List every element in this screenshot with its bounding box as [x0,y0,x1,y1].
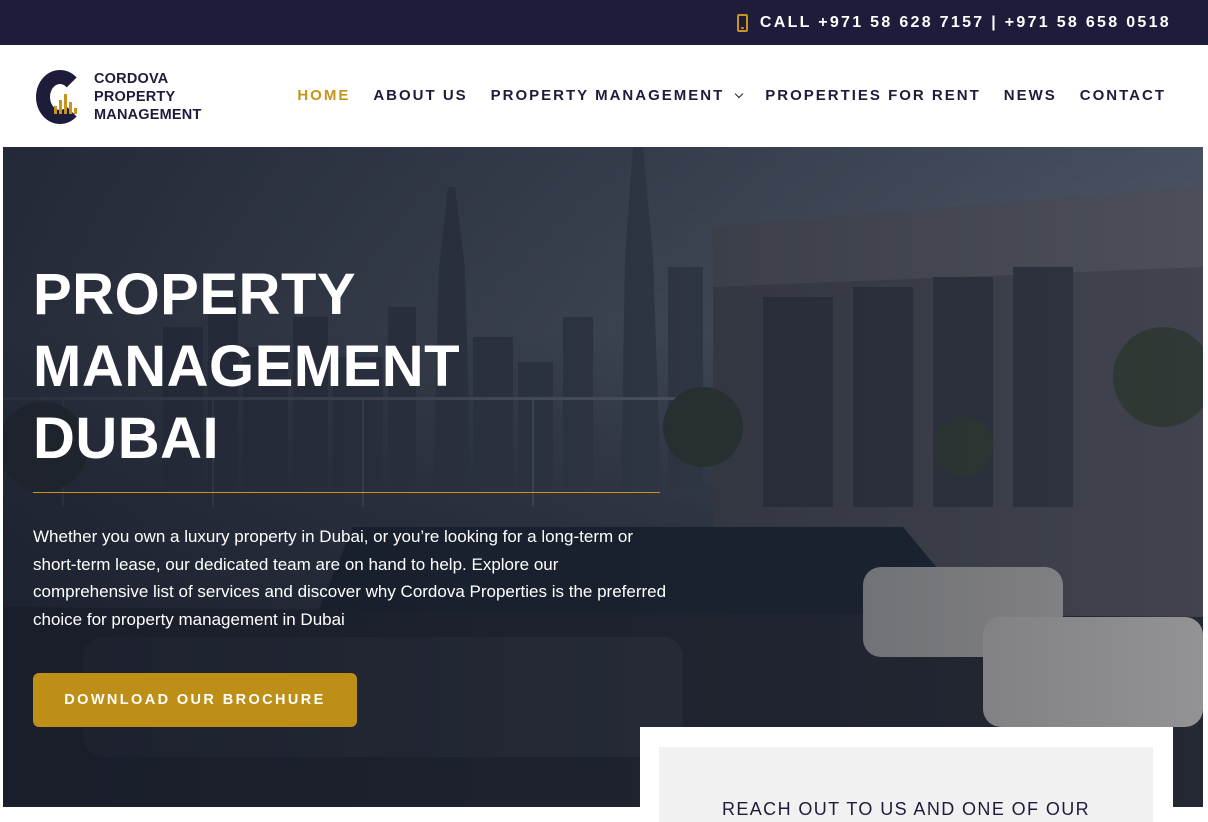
nav-home[interactable]: HOME [297,87,350,104]
download-brochure-button[interactable]: DOWNLOAD OUR BROCHURE [33,673,357,727]
main-nav: HOME ABOUT US PROPERTY MANAGEMENT PROPER… [274,87,1166,104]
contact-form-card: REACH OUT TO US AND ONE OF OUR [640,727,1173,822]
top-bar: CALL +971 58 628 7157 | +971 58 658 0518 [0,0,1208,45]
hero-title-line-2: MANAGEMENT [33,334,461,399]
nav-property-management[interactable]: PROPERTY MANAGEMENT [490,87,744,104]
logo-line-1: CORDOVA [94,71,169,87]
hero-divider [33,492,660,493]
hero-section: PROPERTY MANAGEMENT DUBAI Whether you ow… [3,147,1203,807]
logo-line-2: PROPERTY [94,89,176,105]
site-header: CORDOVA PROPERTY MANAGEMENT HOME ABOUT U… [0,45,1208,147]
logo-mark-icon [36,68,92,126]
hero-title: PROPERTY MANAGEMENT DUBAI [33,259,460,475]
nav-property-management-label: PROPERTY MANAGEMENT [490,87,725,104]
contact-form-panel: REACH OUT TO US AND ONE OF OUR [659,747,1153,822]
nav-news[interactable]: NEWS [1004,87,1057,104]
nav-properties-for-rent[interactable]: PROPERTIES FOR RENT [765,87,981,104]
logo-line-3: MANAGEMENT [94,107,202,123]
nav-about-us[interactable]: ABOUT US [373,87,467,104]
cordova-logo[interactable]: CORDOVA PROPERTY MANAGEMENT [36,67,216,127]
nav-contact[interactable]: CONTACT [1080,87,1166,104]
hero-description: Whether you own a luxury property in Dub… [33,527,667,629]
logo-wordmark: CORDOVA PROPERTY MANAGEMENT [94,70,202,124]
hero-title-line-3: DUBAI [33,406,220,471]
chevron-down-icon[interactable] [735,89,744,98]
hero-title-line-1: PROPERTY [33,262,357,327]
phone-icon [736,13,748,32]
call-phone-numbers[interactable]: CALL +971 58 628 7157 | +971 58 658 0518 [760,14,1171,32]
contact-form-heading: REACH OUT TO US AND ONE OF OUR [721,799,1091,819]
